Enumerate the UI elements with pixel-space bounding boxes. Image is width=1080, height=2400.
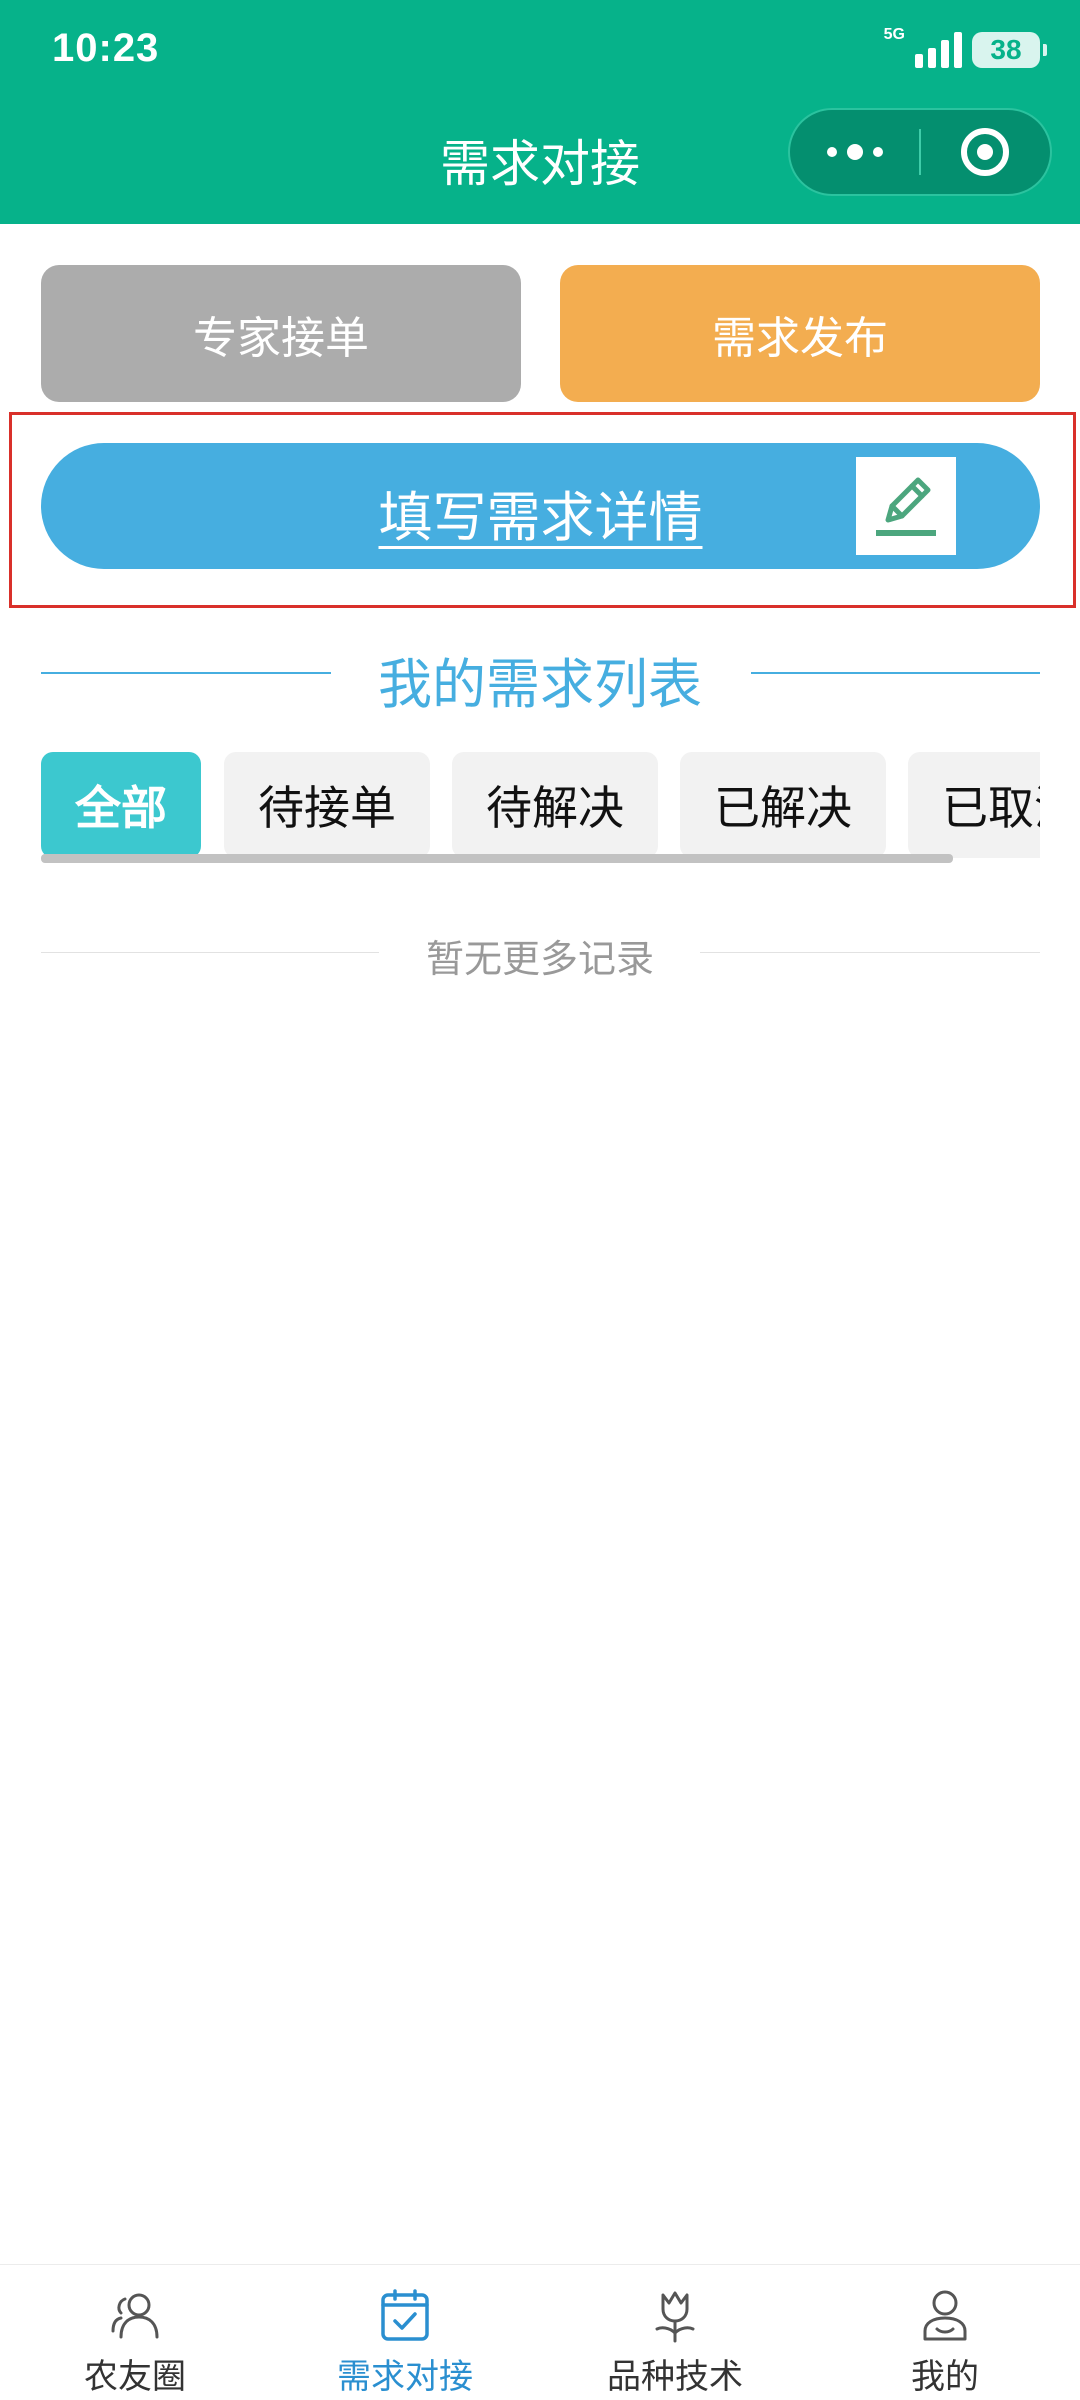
- tabs-scrollbar[interactable]: [41, 854, 953, 863]
- tabbar-label-friends: 农友圈: [84, 2357, 186, 2397]
- tabbar-item-mine[interactable]: 我的: [810, 2265, 1080, 2400]
- tabbar-label-mine: 我的: [911, 2357, 979, 2397]
- tab-resolved[interactable]: 已解决: [680, 752, 886, 858]
- empty-hint: 暂无更多记录: [425, 937, 654, 981]
- status-time: 10:23: [52, 26, 160, 70]
- signal-icon: [915, 32, 962, 68]
- tab-pending-accept[interactable]: 待接单: [224, 752, 430, 858]
- tabbar-label-demand: 需求对接: [337, 2357, 473, 2397]
- tabbar-item-varieties[interactable]: 品种技术: [540, 2265, 810, 2400]
- close-miniprogram-button[interactable]: [921, 110, 1050, 194]
- section-title: 我的需求列表: [378, 653, 702, 716]
- publish-demand-button[interactable]: 需求发布: [560, 265, 1040, 402]
- nav-bar: 需求对接: [0, 96, 1080, 224]
- tabbar-item-friends[interactable]: 农友圈: [0, 2265, 270, 2400]
- battery-level: 38: [990, 34, 1022, 65]
- tabbar-label-varieties: 品种技术: [607, 2357, 743, 2397]
- tab-pending-resolve[interactable]: 待解决: [452, 752, 658, 858]
- battery-icon: 38: [972, 32, 1047, 68]
- user-icon: [915, 2285, 975, 2345]
- bottom-tab-bar: 农友圈 需求对接 品种技术 我的: [0, 2264, 1080, 2400]
- tulip-icon: [645, 2285, 705, 2345]
- miniprogram-capsule: [788, 108, 1052, 196]
- status-icons: 5G 38: [883, 26, 1047, 72]
- tab-all[interactable]: 全部: [41, 752, 201, 858]
- edit-icon: [856, 457, 956, 555]
- fill-details-button[interactable]: 填写需求详情: [41, 443, 1040, 569]
- friends-icon: [105, 2285, 165, 2345]
- section-divider-right: [751, 672, 1040, 674]
- status-tabs: 全部 待接单 待解决 已解决 已取消: [41, 752, 1040, 860]
- empty-divider-right: [700, 952, 1040, 953]
- network-type: 5G: [883, 26, 905, 43]
- calendar-check-icon: [375, 2285, 435, 2345]
- status-bar: 10:23 5G 38: [0, 0, 1080, 96]
- tab-cancelled[interactable]: 已取消: [908, 752, 1040, 858]
- expert-orders-button[interactable]: 专家接单: [41, 265, 521, 402]
- target-icon: [961, 128, 1010, 176]
- more-options-button[interactable]: [790, 110, 919, 194]
- tabbar-item-demand[interactable]: 需求对接: [270, 2265, 540, 2400]
